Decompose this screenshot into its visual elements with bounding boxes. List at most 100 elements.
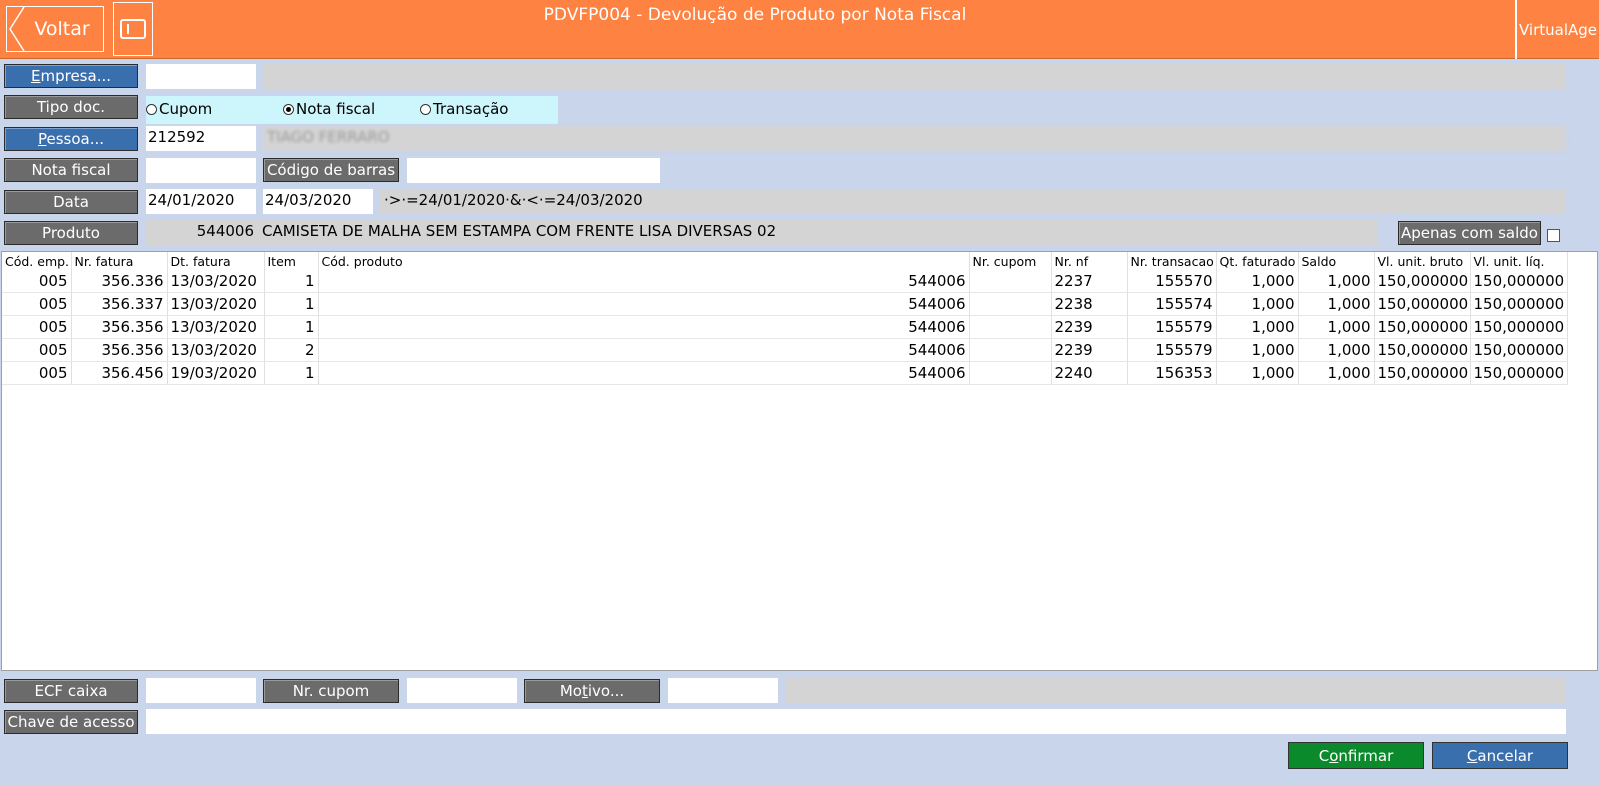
radio-cupom[interactable]: Cupom (146, 100, 212, 118)
column-header[interactable]: Vl. unit. líq. (1470, 252, 1568, 270)
table-cell: 19/03/2020 (167, 361, 265, 385)
table-cell: 155570 (1127, 270, 1217, 293)
table-cell: 1 (264, 315, 319, 339)
codigo-barras-label: Código de barras (266, 161, 396, 179)
table-cell: 2 (264, 338, 319, 362)
table-cell: 544006 (318, 315, 970, 339)
produto-label: Produto (42, 224, 100, 242)
table-cell: 150,000000 (1470, 361, 1568, 385)
column-header[interactable]: Dt. fatura (167, 252, 265, 270)
nota-fiscal-input[interactable] (146, 158, 256, 183)
table-cell: 005 (2, 361, 72, 385)
table-cell: 544006 (318, 292, 970, 316)
nota-fiscal-button[interactable]: Nota fiscal (4, 158, 138, 182)
column-header[interactable]: Nr. fatura (71, 252, 168, 270)
codigo-barras-button[interactable]: Código de barras (263, 158, 399, 182)
table-cell: 356.336 (71, 270, 168, 293)
cancelar-button[interactable]: Cancelar (1432, 742, 1568, 769)
table-cell: 150,000000 (1374, 361, 1471, 385)
tipo-doc-button[interactable]: Tipo doc. (4, 95, 138, 119)
column-header[interactable]: Nr. nf (1051, 252, 1128, 270)
apenas-com-saldo-checkbox[interactable] (1547, 229, 1560, 242)
table-cell: 005 (2, 315, 72, 339)
table-cell: 156353 (1127, 361, 1217, 385)
table-cell: 1,000 (1298, 270, 1375, 293)
column-header[interactable]: Vl. unit. bruto (1374, 252, 1471, 270)
table-cell: 356.356 (71, 315, 168, 339)
data-to-input[interactable]: 24/03/2020 (263, 189, 373, 214)
table-cell: 1,000 (1298, 292, 1375, 316)
table-cell (969, 361, 1052, 385)
apenas-com-saldo-button[interactable]: Apenas com saldo (1398, 221, 1541, 245)
table-cell: 1,000 (1298, 361, 1375, 385)
nr-cupom-button[interactable]: Nr. cupom (263, 679, 399, 703)
table-row[interactable]: 005 356.337 13/03/2020 1 544006 2238 155574 1,0… (2, 292, 1568, 316)
motivo-label: Motivo... (559, 682, 625, 700)
table-row[interactable]: 005 356.336 13/03/2020 1 544006 2237 155570 1,0… (2, 270, 1568, 293)
table-cell: 005 (2, 270, 72, 293)
ecf-caixa-button[interactable]: ECF caixa (4, 679, 138, 703)
column-header[interactable]: Nr. cupom (969, 252, 1052, 270)
codigo-barras-input[interactable] (407, 158, 660, 183)
table-cell: 2238 (1051, 292, 1128, 316)
table-row[interactable]: 005 356.356 13/03/2020 1 544006 2239 155579 1,0… (2, 315, 1568, 339)
table-cell: 1,000 (1216, 315, 1299, 339)
motivo-button[interactable]: Motivo... (524, 679, 660, 703)
table-cell: 1 (264, 292, 319, 316)
chave-acesso-input[interactable] (146, 709, 1566, 734)
column-header[interactable]: Nr. transacao (1127, 252, 1217, 270)
table-cell (969, 315, 1052, 339)
column-header[interactable]: Item (264, 252, 319, 270)
virtualage-button[interactable]: VirtualAge (1515, 0, 1599, 59)
table-header-row: Cód. emp. Nr. fatura Dt. fatura Item Cód… (2, 252, 1568, 270)
table-cell (969, 270, 1052, 293)
radio-circle-icon (420, 103, 431, 115)
table-cell: 1 (264, 270, 319, 293)
table-row[interactable]: 005 356.456 19/03/2020 1 544006 2240 156353 1,0… (2, 361, 1568, 385)
column-header[interactable]: Cód. produto (318, 252, 970, 270)
column-header[interactable]: Qt. faturado (1216, 252, 1299, 270)
produto-button[interactable]: Produto (4, 221, 138, 245)
column-header[interactable]: Saldo (1298, 252, 1375, 270)
header-bar: Voltar PDVFP004 - Devolução de Produto p… (0, 0, 1599, 59)
table-cell: 150,000000 (1470, 315, 1568, 339)
table-cell: 1,000 (1216, 270, 1299, 293)
table-cell: 155579 (1127, 338, 1217, 362)
radio-circle-icon (146, 103, 157, 115)
motivo-input[interactable] (668, 678, 778, 703)
table-cell: 005 (2, 292, 72, 316)
column-header[interactable]: Cód. emp. (2, 252, 72, 270)
panel-toggle-button[interactable] (113, 2, 153, 56)
table-cell: 150,000000 (1374, 292, 1471, 316)
empresa-input[interactable] (146, 64, 256, 89)
radio-nota-fiscal[interactable]: Nota fiscal (283, 100, 375, 118)
nr-cupom-input[interactable] (407, 678, 517, 703)
data-button[interactable]: Data (4, 190, 138, 214)
table-cell: 150,000000 (1470, 338, 1568, 362)
ecf-caixa-label: ECF caixa (34, 682, 108, 700)
table-cell: 150,000000 (1374, 270, 1471, 293)
pessoa-button[interactable]: Pessoa... (4, 127, 138, 151)
table-cell: 155574 (1127, 292, 1217, 316)
confirmar-button[interactable]: Confirmar (1288, 742, 1424, 769)
table-cell: 150,000000 (1470, 292, 1568, 316)
ecf-caixa-input[interactable] (146, 678, 256, 703)
data-from-input[interactable]: 24/01/2020 (146, 189, 256, 214)
chave-acesso-button[interactable]: Chave de acesso (4, 710, 138, 734)
radio-transacao[interactable]: Transação (420, 100, 508, 118)
empresa-button[interactable]: Empresa... (4, 64, 138, 88)
table-cell: 005 (2, 338, 72, 362)
pessoa-code-input[interactable]: 212592 (146, 126, 256, 151)
nota-fiscal-label: Nota fiscal (31, 161, 111, 179)
table-cell: 1,000 (1216, 361, 1299, 385)
back-button-label: Voltar (34, 18, 90, 40)
sidebar-icon (120, 19, 146, 39)
table-cell: 1,000 (1216, 292, 1299, 316)
empresa-button-label: Empresa... (31, 67, 111, 85)
produto-code: 544006 (146, 220, 258, 245)
table-cell: 544006 (318, 270, 970, 293)
table-cell: 13/03/2020 (167, 315, 265, 339)
table-row[interactable]: 005 356.356 13/03/2020 2 544006 2239 155579 1,0… (2, 338, 1568, 362)
table-cell: 356.456 (71, 361, 168, 385)
back-button[interactable]: Voltar (6, 6, 104, 52)
